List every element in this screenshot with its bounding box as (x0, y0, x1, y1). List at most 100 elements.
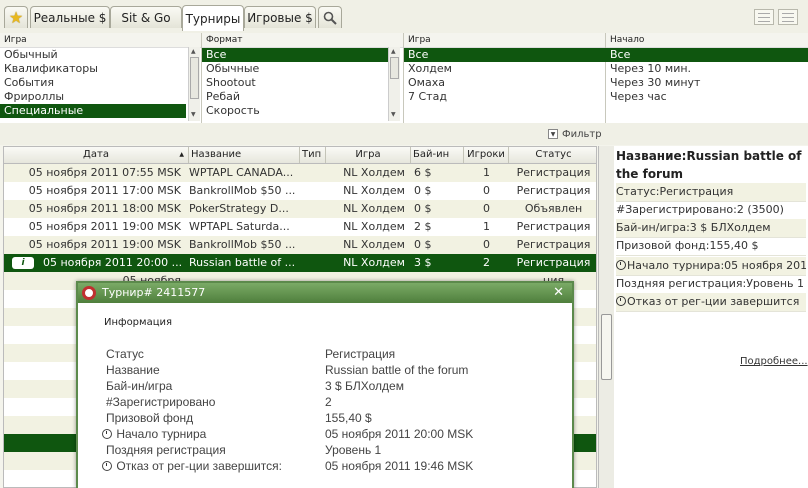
column-header-buyin[interactable]: Бай-ин (411, 147, 464, 163)
detail-prize: Призовой фонд:155,40 $ (616, 237, 806, 256)
column-header-date[interactable]: Дата ▲ (4, 147, 189, 163)
scroll-down-icon[interactable]: ▼ (191, 111, 196, 118)
filter-option[interactable]: События (0, 76, 186, 90)
filter-option[interactable]: Через 10 мин. (606, 62, 808, 76)
cell-status: Регистрация (516, 184, 591, 197)
detail-start: Начало турнира:05 ноября 2011 (616, 257, 806, 276)
detail-registered: #Зарегистрировано:2 (3500) (616, 201, 806, 220)
cell-name: Russian battle of ... (189, 256, 296, 269)
tab-play-money[interactable]: Игровые $ (244, 6, 316, 28)
scroll-up-icon[interactable]: ▲ (191, 48, 196, 55)
column-header-game[interactable]: Игра (326, 147, 411, 163)
filter-option-selected[interactable]: Все (606, 48, 808, 62)
more-details-link[interactable]: Подробнее... (740, 356, 808, 367)
filter-option[interactable]: Обычный (0, 48, 186, 62)
sort-asc-icon: ▲ (179, 151, 184, 158)
detail-status: Статус:Регистрация (616, 183, 806, 202)
list-view-icon[interactable] (754, 9, 774, 25)
filter-option[interactable]: Ребай (202, 90, 388, 104)
chevron-down-icon: ▼ (548, 129, 558, 139)
table-row[interactable]: 05 ноября 2011 17:00 MSK BankrollMob $50 … (4, 182, 596, 200)
cell-date: 05 ноября 2011 18:00 MSK (28, 202, 181, 215)
scroll-up-icon[interactable]: ▲ (391, 48, 396, 55)
filter-option[interactable]: 7 Стад (404, 90, 608, 104)
filter-option-selected[interactable]: Все (202, 48, 388, 62)
cell-date: 05 ноября 2011 19:00 MSK (28, 238, 181, 251)
column-header-name[interactable]: Название (189, 147, 300, 163)
close-icon[interactable]: ✕ (553, 283, 564, 303)
filter-option[interactable]: Фрироллы (0, 90, 186, 104)
cell-date: 05 ноября 2011 17:00 MSK (28, 184, 181, 197)
filter-panel: Игра Обычный Квалификаторы События Фриро… (0, 33, 808, 123)
filter-start-time: Начало Все Через 10 мин. Через 30 минут … (606, 33, 808, 123)
tab-bar: ★ Реальные $ Sit & Go Турниры Игровые $ (0, 0, 808, 34)
dialog-field-value: Russian battle of the forum (325, 363, 469, 377)
favorites-tab[interactable]: ★ (4, 6, 28, 28)
cell-players: 2 (483, 256, 490, 269)
filter-option-selected[interactable]: Специальные (0, 104, 186, 118)
dialog-field-label: Начало турнира (102, 427, 206, 441)
filter-option[interactable]: Скорость (202, 104, 388, 118)
tab-real-money[interactable]: Реальные $ (30, 6, 110, 28)
filter-option-selected[interactable]: Все (404, 48, 608, 62)
filter-label: Фильтр (562, 128, 602, 140)
filter-option[interactable]: Холдем (404, 62, 608, 76)
table-scrollbar[interactable] (598, 146, 614, 488)
cell-name: WPTAPL Saturda... (189, 220, 290, 233)
cell-name: BankrollMob $50 ... (189, 238, 296, 251)
cell-players: 0 (483, 184, 490, 197)
filter-option[interactable]: Омаха (404, 76, 608, 90)
cell-game: NL Холдем (343, 166, 405, 179)
detail-view-icon[interactable] (778, 9, 798, 25)
poker-chip-logo (82, 286, 96, 300)
table-row[interactable]: 05 ноября 2011 19:00 MSK WPTAPL Saturda..… (4, 218, 596, 236)
cell-status: Регистрация (516, 238, 591, 251)
cell-status: Регистрация (516, 220, 591, 233)
cell-game: NL Холдем (343, 238, 405, 251)
column-header-type[interactable]: Тип (300, 147, 326, 163)
table-row[interactable]: 05 ноября 2011 20:00 ... Russian battle o… (4, 254, 596, 272)
scroll-thumb[interactable] (190, 57, 199, 99)
dialog-title: Турнир# 2411577 (102, 286, 206, 299)
table-row[interactable]: 05 ноября 2011 07:55 MSK WPTAPL CANADA...… (4, 164, 596, 182)
filter-option[interactable]: Через час (606, 90, 808, 104)
info-icon[interactable]: i (12, 257, 34, 269)
scroll-thumb[interactable] (601, 314, 612, 380)
column-header-status[interactable]: Статус (509, 147, 596, 163)
filter-scrollbar[interactable]: ▲ ▼ (188, 47, 200, 121)
table-row[interactable]: 05 ноября 2011 19:00 MSK BankrollMob $50 … (4, 236, 596, 254)
dialog-field-label: Поздняя регистрация (106, 443, 226, 457)
clock-icon (102, 429, 112, 439)
cell-status: Регистрация (516, 256, 591, 269)
column-header-players[interactable]: Игроки (464, 147, 509, 163)
table-row[interactable]: 05 ноября 2011 18:00 MSK PokerStrategy D.… (4, 200, 596, 218)
dialog-field-value: Регистрация (325, 347, 396, 361)
filter-header: Игра (0, 33, 201, 48)
filter-header: Формат (202, 33, 403, 48)
filter-option[interactable]: Квалификаторы (0, 62, 186, 76)
scroll-down-icon[interactable]: ▼ (391, 111, 396, 118)
dialog-title-bar[interactable]: Турнир# 2411577 ✕ (78, 283, 572, 303)
scroll-thumb[interactable] (390, 57, 399, 79)
cell-game: NL Холдем (343, 220, 405, 233)
tab-sit-and-go[interactable]: Sit & Go (110, 6, 182, 28)
dialog-field-value: 155,40 $ (325, 411, 372, 425)
filter-option[interactable]: Shootout (202, 76, 388, 90)
clock-icon (102, 461, 112, 471)
cell-players: 0 (483, 202, 490, 215)
tab-tournaments[interactable]: Турниры (182, 5, 244, 31)
cell-status: Регистрация (516, 166, 591, 179)
dialog-field-value: 3 $ БЛХолдем (325, 379, 404, 393)
dialog-field-label: Бай-ин/игра (106, 379, 173, 393)
cell-name: PokerStrategy D... (189, 202, 289, 215)
filter-option[interactable]: Обычные (202, 62, 388, 76)
search-tab[interactable] (318, 6, 342, 28)
cell-status: Объявлен (524, 202, 583, 215)
detail-buyin: Бай-ин/игра:3 $ БЛХолдем (616, 219, 806, 238)
filter-option[interactable]: Через 30 минут (606, 76, 808, 90)
star-icon: ★ (8, 8, 24, 27)
clock-icon (616, 296, 626, 306)
filter-toggle-button[interactable]: ▼ Фильтр (548, 127, 634, 141)
filter-scrollbar[interactable]: ▲ ▼ (388, 47, 400, 121)
search-icon (323, 11, 337, 25)
